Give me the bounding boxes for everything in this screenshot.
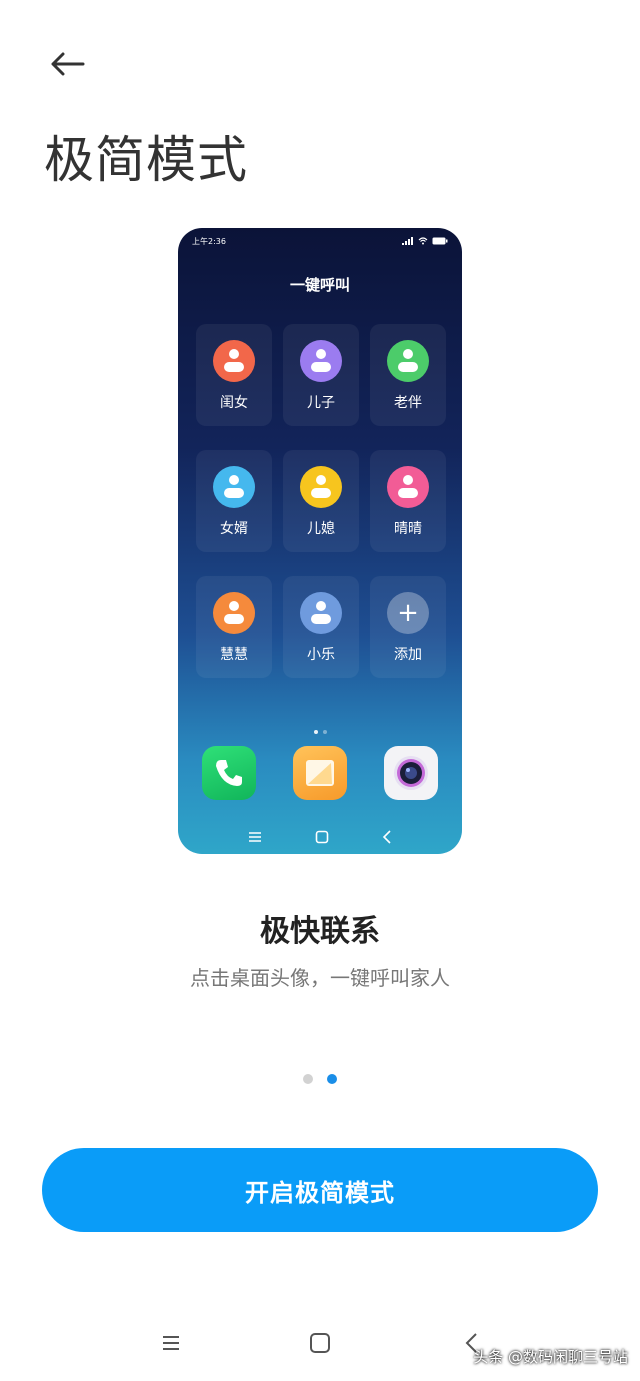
gallery-app-icon xyxy=(293,746,347,800)
contact-tile[interactable]: 晴晴 xyxy=(370,450,446,552)
contact-tile[interactable]: 老伴 xyxy=(370,324,446,426)
contact-label: 晴晴 xyxy=(394,521,422,537)
contact-tile[interactable]: 闺女 xyxy=(196,324,272,426)
avatar-icon xyxy=(300,466,342,508)
avatar-icon xyxy=(387,340,429,382)
one-tap-call-heading: 一键呼叫 xyxy=(289,276,350,294)
page-title: 极简模式 xyxy=(44,131,248,189)
preview-dot xyxy=(313,730,318,734)
add-contact-label: 添加 xyxy=(394,647,422,663)
feature-description: 点击桌面头像，一键呼叫家人 xyxy=(190,966,450,990)
page-indicator xyxy=(0,1074,640,1084)
contact-label: 慧慧 xyxy=(220,647,248,663)
avatar-icon xyxy=(213,340,255,382)
back-button[interactable] xyxy=(44,44,90,84)
avatar-icon xyxy=(213,466,255,508)
home-icon xyxy=(315,830,329,844)
preview-page-dots xyxy=(178,730,462,734)
status-icons xyxy=(402,237,448,245)
avatar-icon xyxy=(387,466,429,508)
watermark: 头条 @数码闲聊三号站 xyxy=(473,1348,628,1366)
avatar-icon xyxy=(213,592,255,634)
add-contact-tile[interactable]: + 添加 xyxy=(370,576,446,678)
contact-label: 老伴 xyxy=(394,395,422,411)
wifi-icon xyxy=(418,237,428,245)
camera-app-icon xyxy=(384,746,438,800)
enable-simple-mode-button[interactable]: 开启极简模式 xyxy=(42,1148,598,1232)
contact-tile[interactable]: 儿子 xyxy=(283,324,359,426)
nav-menu-button[interactable] xyxy=(156,1328,186,1358)
feature-title: 极快联系 xyxy=(260,914,380,949)
signal-icon xyxy=(402,237,413,245)
contact-tile[interactable]: 儿媳 xyxy=(283,450,359,552)
page-dot[interactable] xyxy=(327,1074,337,1084)
plus-icon: + xyxy=(387,592,429,634)
nav-home-button[interactable] xyxy=(305,1328,335,1358)
contact-label: 小乐 xyxy=(307,647,335,663)
avatar-icon xyxy=(300,592,342,634)
phone-preview: 上午2:36 一键呼叫 闺女 儿子 老伴女婿 儿媳 晴晴慧慧 小乐 + 添加 xyxy=(178,228,462,854)
contact-tile[interactable]: 小乐 xyxy=(283,576,359,678)
contact-grid: 闺女 儿子 老伴女婿 儿媳 晴晴慧慧 小乐 + 添加 xyxy=(196,324,446,678)
contact-label: 女婿 xyxy=(220,521,248,537)
preview-dot xyxy=(322,730,327,734)
page-dot[interactable] xyxy=(303,1074,313,1084)
contact-label: 闺女 xyxy=(220,395,248,411)
contact-tile[interactable]: 女婿 xyxy=(196,450,272,552)
phone-app-icon xyxy=(202,746,256,800)
menu-icon xyxy=(163,1336,179,1350)
contact-label: 儿媳 xyxy=(307,521,335,537)
home-icon xyxy=(310,1333,330,1353)
status-bar: 上午2:36 xyxy=(192,234,448,248)
back-icon xyxy=(382,830,391,844)
avatar-icon xyxy=(300,340,342,382)
contact-tile[interactable]: 慧慧 xyxy=(196,576,272,678)
preview-nav-bar xyxy=(178,830,462,844)
dock xyxy=(202,746,438,800)
contact-label: 儿子 xyxy=(307,395,335,411)
arrow-left-icon xyxy=(51,52,85,76)
status-time: 上午2:36 xyxy=(192,236,226,246)
battery-icon xyxy=(432,237,448,245)
menu-icon xyxy=(249,832,262,842)
